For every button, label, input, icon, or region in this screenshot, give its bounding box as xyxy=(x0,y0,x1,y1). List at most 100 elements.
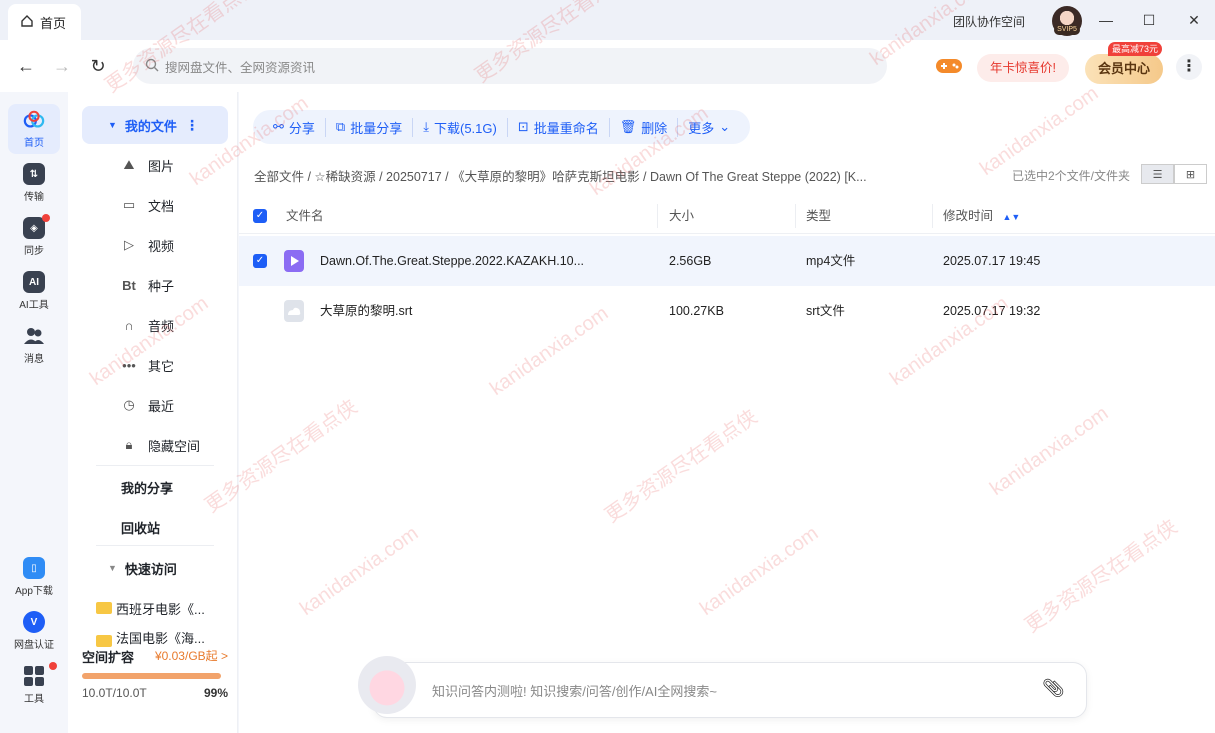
file-name[interactable]: Dawn.Of.The.Great.Steppe.2022.KAZAKH.10.… xyxy=(320,236,584,286)
file-type: srt文件 xyxy=(806,304,845,318)
rail-label: 同步 xyxy=(24,246,44,257)
table-row[interactable]: ✓ Dawn.Of.The.Great.Steppe.2022.KAZAKH.1… xyxy=(239,236,1215,286)
sidebar-quick-access[interactable]: ▼ 快速访问 xyxy=(82,549,228,587)
sidebar-item-recent[interactable]: ◷ 最近 xyxy=(82,386,228,424)
table-row[interactable]: 大草原的黎明.srt 100.27KB srt文件 2025.07.17 19:… xyxy=(239,286,1215,336)
grid-view-icon[interactable]: ⊞ xyxy=(1174,164,1207,184)
sidebar-item-label: 音频 xyxy=(148,318,175,334)
sidebar-item-audio[interactable]: ∩ 音频 xyxy=(82,306,228,344)
share-button[interactable]: ⚯ 分享 xyxy=(263,118,325,137)
sidebar-item-torrents[interactable]: Bt 种子 xyxy=(82,266,228,304)
file-modified: 2025.07.17 19:32 xyxy=(943,304,1041,318)
sidebar-item-images[interactable]: ⛰ 图片 xyxy=(82,146,228,184)
column-name[interactable]: 文件名 xyxy=(286,198,324,234)
home-icon xyxy=(20,14,34,31)
sidebar-item-other[interactable]: ••• 其它 xyxy=(82,346,228,384)
action-bar: ⚯ 分享 ⧉ 批量分享 ⤓ 下载(5.1G) ⊡ 批量重命名 🗑︎ 删除 更多 … xyxy=(253,110,751,144)
sidebar-item-label: 其它 xyxy=(148,358,175,374)
notification-dot xyxy=(49,662,57,670)
sidebar-item-label: 图片 xyxy=(148,158,175,174)
rail-item-sync[interactable]: ◈ 同步 xyxy=(8,212,60,262)
svip-badge: SVIP5 xyxy=(1054,25,1080,35)
batch-share-button[interactable]: ⧉ 批量分享 xyxy=(324,117,412,137)
storage-percent: 99% xyxy=(203,686,228,700)
search-input[interactable]: 搜网盘文件、全网资源资讯 xyxy=(133,48,887,84)
vip-discount-tag: 最高减73元 xyxy=(1108,42,1163,56)
rail-item-transfer[interactable]: ⇅ 传输 xyxy=(8,158,60,208)
promo-button[interactable]: 年卡惊喜价! xyxy=(977,54,1069,82)
ai-prompt-placeholder: 知识问答内测啦! 知识搜索/问答/创作/AI全网搜索~ xyxy=(432,684,717,699)
more-button[interactable]: 更多 ⌄ xyxy=(677,117,740,137)
divider xyxy=(96,545,214,546)
quick-access-item[interactable]: 西班牙电影《... xyxy=(82,589,228,627)
back-arrow-icon[interactable]: ← xyxy=(14,54,38,78)
column-divider xyxy=(657,204,658,228)
lock-icon: 🔒︎ xyxy=(125,437,133,452)
batch-rename-button[interactable]: ⊡ 批量重命名 xyxy=(506,117,609,137)
expand-price[interactable]: ¥0.03/GB起 > xyxy=(155,647,228,666)
rail-label: 消息 xyxy=(24,354,44,365)
row-checkbox[interactable]: ✓ xyxy=(253,254,267,268)
vip-center-button[interactable]: 会员中心 xyxy=(1085,54,1163,84)
file-modified: 2025.07.17 19:45 xyxy=(943,254,1041,268)
more-vertical-icon[interactable]: ⋮ xyxy=(185,117,199,134)
sidebar-item-label: 文档 xyxy=(148,198,175,214)
column-size[interactable]: 大小 xyxy=(669,198,694,234)
rail-item-messages[interactable]: 消息 xyxy=(8,320,60,370)
team-space-link[interactable]: 团队协作空间 xyxy=(953,13,1025,30)
sidebar-item-label: 视频 xyxy=(148,238,175,254)
storage-expand-panel[interactable]: 空间扩容 ¥0.03/GB起 > 10.0T/10.0T 99% xyxy=(82,647,228,700)
sidebar-item-documents[interactable]: ▭ 文档 xyxy=(82,186,228,224)
column-modified[interactable]: 修改时间 ▲▼ xyxy=(943,198,1020,234)
sidebar-item-my-files[interactable]: ▼ 我的文件 ⋮ xyxy=(82,106,228,144)
delete-button[interactable]: 🗑︎ 删除 xyxy=(608,117,678,137)
view-toggle: ☰ ⊞ xyxy=(1141,164,1207,184)
rail-label: 工具 xyxy=(24,694,44,705)
tab-home[interactable]: 首页 xyxy=(8,4,81,40)
ai-mascot-icon[interactable] xyxy=(358,656,416,714)
search-icon xyxy=(145,58,159,75)
forward-arrow-icon[interactable]: → xyxy=(50,54,74,78)
tab-home-label: 首页 xyxy=(40,15,67,31)
maximize-button[interactable]: ☐ xyxy=(1139,10,1159,30)
rail-item-home[interactable]: 首页 xyxy=(8,104,60,154)
file-size: 100.27KB xyxy=(669,304,724,318)
file-name[interactable]: 大草原的黎明.srt xyxy=(320,286,412,336)
action-label: 删除 xyxy=(641,120,668,136)
column-type[interactable]: 类型 xyxy=(806,198,831,234)
sidebar-item-label: 我的文件 xyxy=(124,118,177,134)
clock-icon: ◷ xyxy=(123,397,135,412)
sidebar-item-my-share[interactable]: 我的分享 xyxy=(82,468,228,506)
batch-share-icon: ⧉ xyxy=(335,119,346,134)
folder-icon xyxy=(96,602,112,614)
message-icon xyxy=(23,325,45,347)
sidebar-item-videos[interactable]: ▷ 视频 xyxy=(82,226,228,264)
more-menu-icon[interactable]: ⋮ xyxy=(1176,54,1202,80)
column-divider xyxy=(932,204,933,228)
close-button[interactable]: ✕ xyxy=(1184,10,1204,30)
refresh-icon[interactable]: ↻ xyxy=(86,54,110,78)
download-icon: ⤓ xyxy=(423,119,429,134)
attachment-icon[interactable]: 📎︎ xyxy=(1042,678,1065,699)
rail-item-ai-tools[interactable]: AI AI工具 xyxy=(8,266,60,316)
list-view-icon[interactable]: ☰ xyxy=(1141,164,1174,184)
minimize-button[interactable]: — xyxy=(1096,10,1116,30)
sidebar-item-hidden-space[interactable]: 🔒︎ 隐藏空间 xyxy=(82,426,228,464)
rail-item-app-download[interactable]: ▯ App下载 xyxy=(8,552,60,602)
cloud-icon xyxy=(23,109,45,131)
chevron-down-icon: ⌄ xyxy=(719,119,731,134)
sync-icon: ◈ xyxy=(23,214,50,239)
select-all-checkbox[interactable]: ✓ xyxy=(253,209,267,223)
rail-item-tools[interactable]: 工具 xyxy=(8,660,60,710)
sidebar-item-label: 种子 xyxy=(148,278,175,294)
rail-item-verify[interactable]: V 网盘认证 xyxy=(8,606,60,656)
rail-label: 传输 xyxy=(24,192,44,203)
download-button[interactable]: ⤓ 下载(5.1G) xyxy=(412,117,507,137)
breadcrumb[interactable]: 全部文件 / ☆稀缺资源 / 20250717 / 《大草原的黎明》哈萨克斯坦电… xyxy=(254,166,867,185)
action-label: 分享 xyxy=(288,120,315,136)
game-controller-icon[interactable] xyxy=(935,56,963,76)
quick-access-item[interactable]: 法国电影《海... xyxy=(82,629,228,647)
ai-icon: AI xyxy=(23,271,45,293)
title-bar: 首页 团队协作空间 SVIP5 — ☐ ✕ xyxy=(0,0,1215,40)
sidebar-item-recycle-bin[interactable]: 回收站 xyxy=(82,508,228,546)
